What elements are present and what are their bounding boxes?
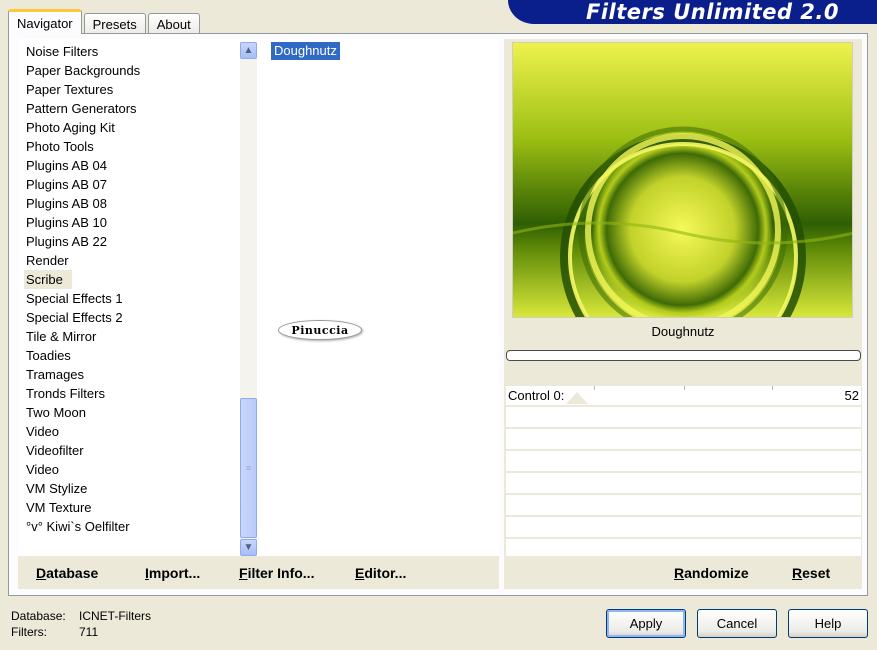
category-item[interactable]: VM Texture [24,498,94,517]
control-sliders: Control 0: 52 [506,386,861,556]
grip-icon: ≡ [245,463,252,473]
preview-buttons: Randomize Reset [504,556,862,589]
category-item[interactable]: Two Moon [24,403,88,422]
app-title: Filters Unlimited 2.0 [586,0,839,24]
control-0-value: 52 [844,388,859,403]
editor-button[interactable]: Editor... [355,565,406,581]
category-item[interactable]: Videofilter [24,441,86,460]
control-slot-empty [506,518,861,539]
chevron-up-icon: ▲ [243,45,254,56]
tab-navigator[interactable]: Navigator [8,9,82,34]
navigator-buttons: Database Import... Filter Info... Editor… [18,556,499,589]
progress-bar [506,350,861,361]
category-item[interactable]: Scribe [24,270,72,289]
control-slot-empty [506,540,861,556]
database-button[interactable]: Database [36,565,98,581]
import-button[interactable]: Import... [145,565,200,581]
preview-panel: Doughnutz Control 0: 52 [504,39,862,589]
slider-pointer-icon[interactable] [566,392,588,404]
control-0-slider[interactable]: Control 0: 52 [506,386,861,407]
scroll-thumb[interactable]: ≡ [240,398,257,538]
control-slot-empty [506,496,861,517]
status-filters-value: 711 [79,625,99,639]
category-item[interactable]: Noise Filters [24,42,100,61]
control-0-label: Control 0: [508,388,565,403]
logo-text: Pinuccia [291,323,349,337]
category-item[interactable]: Plugins AB 04 [24,156,109,175]
category-item[interactable]: Photo Tools [24,137,96,156]
category-item[interactable]: Tile & Mirror [24,327,98,346]
status-filters: Filters: 711 [11,625,98,639]
category-item[interactable]: Video [24,460,61,479]
category-list[interactable]: Noise Filters Paper Backgrounds Paper Text… [18,39,258,556]
chevron-down-icon: ▼ [243,542,254,553]
filter-preview-image [512,42,853,318]
category-item[interactable]: Tronds Filters [24,384,107,403]
category-item[interactable]: °v° Kiwi`s Oelfilter [24,517,132,536]
scroll-up-button[interactable]: ▲ [240,42,257,59]
navigator-panel: Noise Filters Paper Backgrounds Paper Text… [8,33,868,596]
apply-button[interactable]: Apply [606,609,686,638]
randomize-button[interactable]: Randomize [674,565,749,581]
filter-list[interactable]: Doughnutz Pinuccia [259,39,499,556]
category-item[interactable]: Pattern Generators [24,99,139,118]
filter-item-doughnutz[interactable]: Doughnutz [271,42,340,60]
status-database: Database: ICNET-Filters [11,609,151,623]
watermark-logo: Pinuccia [278,320,362,340]
tab-about[interactable]: About [147,13,200,34]
control-slot-empty [506,430,861,451]
status-filters-label: Filters: [11,625,47,639]
category-item[interactable]: Plugins AB 22 [24,232,109,251]
control-slot-empty [506,452,861,473]
tab-presets[interactable]: Presets [83,13,146,34]
status-database-label: Database: [11,609,66,623]
category-item[interactable]: Special Effects 2 [24,308,125,327]
category-item[interactable]: Plugins AB 08 [24,194,109,213]
category-item[interactable]: Special Effects 1 [24,289,125,308]
control-slot-empty [506,408,861,429]
status-database-value: ICNET-Filters [79,609,151,623]
control-slot-empty [506,474,861,495]
category-item[interactable]: Render [24,251,71,270]
category-item[interactable]: Plugins AB 10 [24,213,109,232]
app-banner: Filters Unlimited 2.0 [508,0,877,24]
scroll-down-button[interactable]: ▼ [240,539,257,556]
category-item[interactable]: Video [24,422,61,441]
help-button[interactable]: Help [788,609,868,638]
cancel-button[interactable]: Cancel [697,609,777,638]
category-item[interactable]: VM Stylize [24,479,89,498]
category-scrollbar[interactable]: ▲ ≡ ▼ [240,42,257,556]
category-item[interactable]: Toadies [24,346,73,365]
category-item[interactable]: Photo Aging Kit [24,118,117,137]
tab-bar: Navigator Presets About [8,8,202,34]
selected-filter-name: Doughnutz [651,324,715,339]
category-item[interactable]: Plugins AB 07 [24,175,109,194]
reset-button[interactable]: Reset [792,565,830,581]
filter-info-button[interactable]: Filter Info... [239,565,314,581]
category-item[interactable]: Paper Backgrounds [24,61,142,80]
category-item[interactable]: Tramages [24,365,86,384]
category-item[interactable]: Paper Textures [24,80,115,99]
